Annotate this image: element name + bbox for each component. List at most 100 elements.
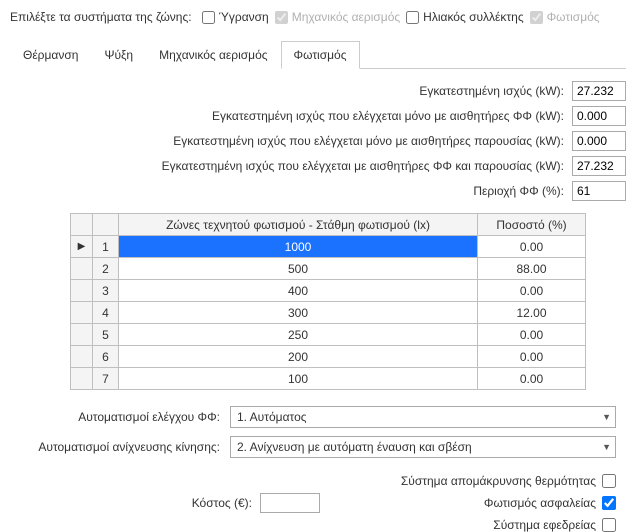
field-ff-presence-sensors-label: Εγκατεστημένη ισχύς που ελέγχεται με αισ… (162, 159, 564, 173)
tabs: Θέρμανση Ψύξη Μηχανικός αερισμός Φωτισμό… (10, 40, 626, 69)
field-ff-area-label: Περιοχή ΦΦ (%): (473, 184, 564, 198)
chk-solar[interactable]: Ηλιακός συλλέκτης (406, 10, 523, 24)
field-installed-power-input[interactable] (572, 81, 626, 101)
cell-lx[interactable]: 1000 (119, 236, 478, 258)
cell-pct[interactable]: 12.00 (478, 302, 586, 324)
row-indicator: ▶ (71, 236, 93, 258)
chk-safety-lighting-input[interactable] (602, 496, 616, 510)
table-row[interactable]: 250088.00 (71, 258, 586, 280)
combo-motion-row: Αυτοματισμοί ανίχνευσης κίνησης: 2. Ανίχ… (20, 436, 616, 458)
combo-ff-control-value: 1. Αυτόματος (237, 410, 307, 424)
row-number: 5 (93, 324, 119, 346)
row-number: 1 (93, 236, 119, 258)
chk-backup[interactable]: Σύστημα εφεδρείας (493, 518, 616, 532)
row-number: 7 (93, 368, 119, 390)
lighting-zones-grid: Ζώνες τεχνητού φωτισμού - Στάθμη φωτισμο… (70, 213, 586, 390)
row-number: 2 (93, 258, 119, 280)
cell-lx[interactable]: 100 (119, 368, 478, 390)
chk-solar-label: Ηλιακός συλλέκτης (423, 10, 523, 24)
cell-pct[interactable]: 0.00 (478, 368, 586, 390)
combo-motion[interactable]: 2. Ανίχνευση με αυτόματη έναυση και σβέσ… (230, 436, 616, 458)
chk-safety-lighting-label: Φωτισμός ασφαλείας (484, 496, 596, 510)
cell-pct[interactable]: 88.00 (478, 258, 586, 280)
table-row[interactable]: 62000.00 (71, 346, 586, 368)
cost-input[interactable] (260, 493, 320, 513)
field-ff-area: Περιοχή ΦΦ (%): (10, 181, 626, 201)
chk-backup-label: Σύστημα εφεδρείας (493, 518, 596, 532)
cell-lx[interactable]: 300 (119, 302, 478, 324)
cell-lx[interactable]: 500 (119, 258, 478, 280)
chevron-down-icon: ▼ (602, 412, 611, 422)
right-check-group: Σύστημα απομάκρυνσης θερμότητας Φωτισμός… (340, 474, 616, 532)
field-presence-sensors: Εγκατεστημένη ισχύς που ελέγχεται μόνο μ… (10, 131, 626, 151)
table-row[interactable]: ▶110000.00 (71, 236, 586, 258)
table-row[interactable]: 34000.00 (71, 280, 586, 302)
chk-heat-removal[interactable]: Σύστημα απομάκρυνσης θερμότητας (401, 474, 616, 488)
chk-ventilation-label: Μηχανικός αερισμός (292, 10, 400, 24)
grid-col-pct[interactable]: Ποσοστό (%) (478, 214, 586, 236)
field-presence-sensors-input[interactable] (572, 131, 626, 151)
chk-heat-removal-label: Σύστημα απομάκρυνσης θερμότητας (401, 474, 596, 488)
chk-heat-removal-input[interactable] (602, 474, 616, 488)
bottom-row: Κόστος (€): Σύστημα απομάκρυνσης θερμότη… (20, 474, 616, 532)
field-ff-presence-sensors-input[interactable] (572, 156, 626, 176)
combo-motion-label: Αυτοματισμοί ανίχνευσης κίνησης: (20, 440, 220, 454)
row-indicator (71, 302, 93, 324)
chk-humidification-input[interactable] (202, 11, 215, 24)
tab-heating[interactable]: Θέρμανση (10, 41, 91, 69)
field-ff-sensors-input[interactable] (572, 106, 626, 126)
combo-ff-control-row: Αυτοματισμοί ελέγχου ΦΦ: 1. Αυτόματος ▼ (20, 406, 616, 428)
window-root: Επιλέξτε τα συστήματα της ζώνης: Ύγρανση… (0, 0, 636, 531)
chk-lighting-input (530, 11, 543, 24)
field-installed-power-label: Εγκατεστημένη ισχύς (kW): (419, 84, 564, 98)
chk-humidification[interactable]: Ύγρανση (202, 10, 269, 24)
cell-lx[interactable]: 400 (119, 280, 478, 302)
row-number: 3 (93, 280, 119, 302)
cost-label: Κόστος (€): (72, 496, 252, 510)
tab-cooling[interactable]: Ψύξη (91, 41, 146, 69)
grid-rownum-header (93, 214, 119, 236)
combo-ff-control[interactable]: 1. Αυτόματος ▼ (230, 406, 616, 428)
systems-row: Επιλέξτε τα συστήματα της ζώνης: Ύγρανση… (10, 8, 626, 30)
field-ff-presence-sensors: Εγκατεστημένη ισχύς που ελέγχεται με αισ… (10, 156, 626, 176)
tab-ventilation[interactable]: Μηχανικός αερισμός (146, 41, 280, 69)
chk-ventilation: Μηχανικός αερισμός (275, 10, 400, 24)
systems-title: Επιλέξτε τα συστήματα της ζώνης: (10, 10, 192, 24)
cell-pct[interactable]: 0.00 (478, 324, 586, 346)
cell-pct[interactable]: 0.00 (478, 236, 586, 258)
combo-group: Αυτοματισμοί ελέγχου ΦΦ: 1. Αυτόματος ▼ … (20, 406, 616, 458)
chk-lighting-label: Φωτισμός (547, 10, 600, 24)
cell-lx[interactable]: 200 (119, 346, 478, 368)
row-indicator (71, 280, 93, 302)
combo-motion-value: 2. Ανίχνευση με αυτόματη έναυση και σβέσ… (237, 440, 472, 454)
chk-lighting: Φωτισμός (530, 10, 600, 24)
row-indicator (71, 368, 93, 390)
combo-ff-control-label: Αυτοματισμοί ελέγχου ΦΦ: (20, 410, 220, 424)
chk-solar-input[interactable] (406, 11, 419, 24)
chk-safety-lighting[interactable]: Φωτισμός ασφαλείας (484, 496, 616, 510)
cell-pct[interactable]: 0.00 (478, 280, 586, 302)
field-ff-area-input[interactable] (572, 181, 626, 201)
field-installed-power: Εγκατεστημένη ισχύς (kW): (10, 81, 626, 101)
table-row[interactable]: 52500.00 (71, 324, 586, 346)
row-number: 4 (93, 302, 119, 324)
tab-lighting[interactable]: Φωτισμός (281, 41, 360, 69)
chk-ventilation-input (275, 11, 288, 24)
field-ff-sensors: Εγκατεστημένη ισχύς που ελέγχεται μόνο μ… (10, 106, 626, 126)
table-row[interactable]: 71000.00 (71, 368, 586, 390)
cell-pct[interactable]: 0.00 (478, 346, 586, 368)
chk-backup-input[interactable] (602, 518, 616, 532)
field-group: Εγκατεστημένη ισχύς (kW): Εγκατεστημένη … (10, 81, 626, 201)
chevron-down-icon: ▼ (602, 442, 611, 452)
grid-col-lx[interactable]: Ζώνες τεχνητού φωτισμού - Στάθμη φωτισμο… (119, 214, 478, 236)
field-presence-sensors-label: Εγκατεστημένη ισχύς που ελέγχεται μόνο μ… (173, 134, 564, 148)
field-ff-sensors-label: Εγκατεστημένη ισχύς που ελέγχεται μόνο μ… (212, 109, 564, 123)
row-indicator (71, 324, 93, 346)
table-row[interactable]: 430012.00 (71, 302, 586, 324)
row-indicator (71, 346, 93, 368)
row-indicator (71, 258, 93, 280)
chk-humidification-label: Ύγρανση (219, 10, 269, 24)
row-number: 6 (93, 346, 119, 368)
cell-lx[interactable]: 250 (119, 324, 478, 346)
cost-group: Κόστος (€): (20, 474, 320, 532)
